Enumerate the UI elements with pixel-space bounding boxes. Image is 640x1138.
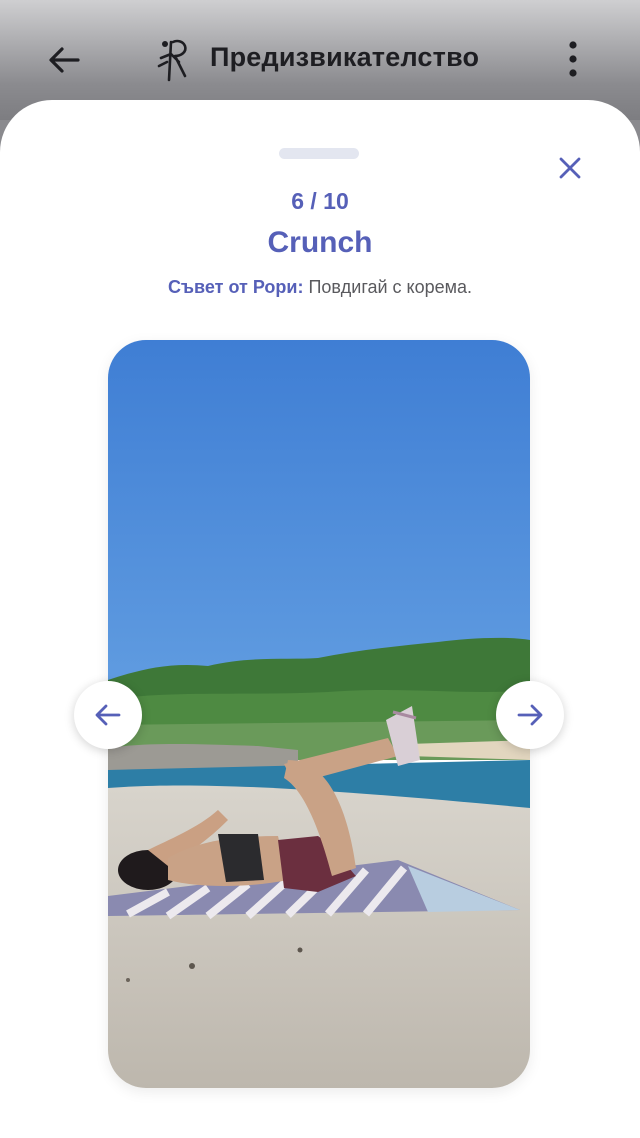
- runner-logo-icon: [157, 39, 187, 82]
- previous-exercise-button[interactable]: [74, 681, 142, 749]
- exercise-sheet: 6 / 10 Crunch Съвет от Рори: Повдигай с …: [0, 100, 640, 1138]
- more-vertical-icon[interactable]: [560, 38, 586, 80]
- tip-label: Съвет от Рори:: [167, 277, 304, 297]
- tip-text: Повдигай с корема.: [303, 277, 473, 297]
- back-arrow-icon[interactable]: [44, 40, 84, 80]
- exercise-counter: 6 / 10: [291, 188, 349, 214]
- coach-tip: Съвет от Рори: Повдигай с корема.: [0, 277, 640, 298]
- exercise-image: [108, 340, 530, 1088]
- app-title: Предизвикателство: [210, 42, 480, 72]
- exercise-title: Crunch: [267, 226, 373, 259]
- next-exercise-button[interactable]: [496, 681, 564, 749]
- drag-handle[interactable]: [279, 148, 359, 159]
- arrow-left-icon: [95, 704, 121, 726]
- close-icon[interactable]: [554, 152, 586, 184]
- arrow-right-icon: [517, 704, 543, 726]
